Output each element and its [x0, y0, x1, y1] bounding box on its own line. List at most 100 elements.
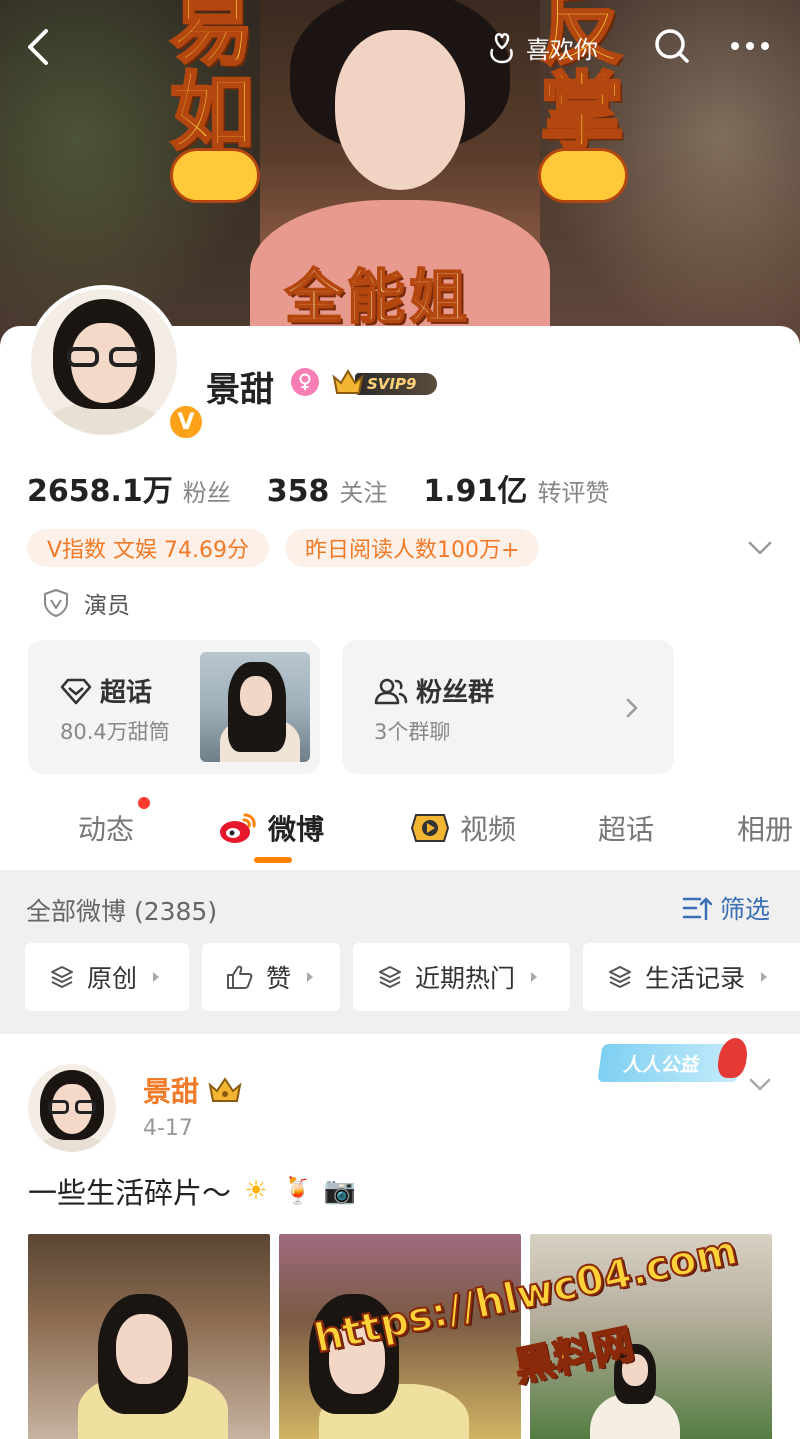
- filter-chip-label: 近期热门: [415, 964, 516, 993]
- all-weibo-count: 全部微博 (2385): [26, 897, 218, 926]
- filter-chip-hot[interactable]: 近期热门: [353, 943, 570, 1011]
- svip-badge[interactable]: SVIP9: [331, 367, 437, 397]
- chevron-right-icon: [626, 698, 638, 718]
- supertopic-card[interactable]: 超话 80.4万甜筒: [28, 640, 320, 774]
- tab-supertopic-label: 超话: [598, 813, 655, 846]
- followers-label: 粉丝: [182, 479, 231, 507]
- search-button[interactable]: [646, 20, 698, 72]
- post-date: 4-17: [143, 1116, 193, 1141]
- daily-readers-tag[interactable]: 昨日阅读人数100万+: [285, 529, 540, 567]
- avatar-image: [31, 289, 177, 435]
- supertopic-title: 超话: [100, 678, 153, 708]
- shield-v-icon: [44, 588, 68, 618]
- caret-right-icon: [531, 972, 538, 982]
- post-author-name-row[interactable]: 景甜: [143, 1070, 243, 1110]
- reposts-likes-stat[interactable]: 1.91亿 转评赞: [423, 466, 609, 510]
- post-photo-2[interactable]: [279, 1234, 521, 1439]
- tab-video-label: 视频: [460, 813, 517, 846]
- profile-name: 景甜: [206, 370, 274, 410]
- tab-activity-label: 动态: [78, 813, 135, 846]
- followers-count: 2658.1万: [27, 474, 173, 509]
- back-button[interactable]: [14, 22, 62, 72]
- like-label: 喜欢你: [526, 35, 598, 64]
- post-text-row: 一些生活碎片～ ☀ 🍹 📷: [28, 1170, 357, 1212]
- post-text: 一些生活碎片～: [28, 1176, 232, 1210]
- like-button[interactable]: 喜欢你: [476, 22, 608, 72]
- weibo-logo-icon: [220, 813, 256, 843]
- tab-album-label: 相册: [737, 813, 794, 846]
- following-count: 358: [266, 474, 330, 509]
- expand-profile-button[interactable]: [742, 530, 778, 566]
- post-author-name: 景甜: [143, 1075, 200, 1108]
- post-author-avatar[interactable]: [28, 1064, 116, 1152]
- layers-icon: [51, 966, 73, 988]
- public-welfare-label: 人人公益: [622, 1053, 702, 1076]
- tab-supertopic[interactable]: 超话: [598, 808, 654, 848]
- public-welfare-badge[interactable]: 人人公益: [597, 1038, 750, 1082]
- filter-chip-life[interactable]: 生活记录: [583, 943, 800, 1011]
- supertopic-thumbnail: [200, 652, 310, 762]
- group-icon: [374, 678, 408, 704]
- video-icon: [410, 814, 450, 842]
- caret-right-icon: [307, 972, 314, 982]
- caret-right-icon: [761, 972, 768, 982]
- fan-group-subtitle: 3个群聊: [374, 720, 451, 744]
- profile-stats: 2658.1万 粉丝 358 关注 1.91亿 转评赞: [27, 466, 609, 510]
- tab-album[interactable]: 相册: [737, 808, 793, 848]
- crown-icon: [332, 369, 364, 394]
- filter-button[interactable]: 筛选: [682, 890, 770, 926]
- supertopic-subtitle: 80.4万甜筒: [60, 720, 170, 744]
- following-stat[interactable]: 358 关注: [267, 473, 388, 509]
- chevron-down-icon: [749, 1078, 771, 1091]
- verified-badge-icon: V: [167, 403, 205, 441]
- female-icon: [291, 368, 319, 396]
- fan-group-title: 粉丝群: [416, 678, 495, 708]
- fist-emoji-icon: [170, 148, 260, 203]
- v-index-tag[interactable]: V指数 文娱 74.69分: [27, 529, 270, 567]
- filter-chip-label: 赞: [266, 964, 292, 993]
- filter-chip-original[interactable]: 原创: [25, 943, 189, 1011]
- profile-tags: V指数 文娱 74.69分 昨日阅读人数100万+: [27, 529, 540, 567]
- profile-tabs: 动态 微博 视频 超话 相册: [0, 790, 800, 870]
- svip-label: SVIP9: [355, 373, 437, 395]
- profile-avatar[interactable]: V: [27, 285, 205, 441]
- reposts-likes-count: 1.91亿: [423, 474, 528, 509]
- post-photo-3[interactable]: [530, 1234, 772, 1439]
- sun-emoji-icon: ☀: [244, 1176, 268, 1206]
- filter-chip-label: 生活记录: [645, 964, 746, 993]
- filter-chip-likes[interactable]: 赞: [202, 943, 340, 1011]
- filter-sort-icon: [682, 897, 712, 921]
- profile-role: 演员: [42, 586, 130, 620]
- layers-icon: [379, 966, 401, 988]
- fan-group-card[interactable]: 粉丝群 3个群聊: [342, 640, 674, 774]
- fist-emoji-icon: [538, 148, 628, 203]
- notification-dot: [138, 797, 150, 809]
- search-icon: [655, 29, 689, 63]
- reposts-likes-label: 转评赞: [537, 479, 610, 507]
- following-label: 关注: [339, 479, 388, 507]
- post-menu-button[interactable]: [744, 1068, 776, 1100]
- tab-activity[interactable]: 动态: [78, 808, 134, 848]
- role-label: 演员: [84, 593, 130, 619]
- layers-icon: [609, 966, 631, 988]
- filter-label: 筛选: [720, 895, 771, 924]
- followers-stat[interactable]: 2658.1万 粉丝: [27, 466, 231, 510]
- camera-emoji-icon: 📷: [323, 1176, 357, 1206]
- diamond-icon: [60, 678, 92, 704]
- tab-weibo-label: 微博: [268, 813, 325, 846]
- cocktail-emoji-icon: 🍹: [281, 1176, 315, 1206]
- tab-weibo[interactable]: 微博: [218, 808, 324, 848]
- banner-slogan: 全能姐: [284, 262, 472, 332]
- more-options-button[interactable]: [722, 20, 778, 72]
- crown-icon: [208, 1077, 242, 1102]
- tab-video[interactable]: 视频: [410, 808, 516, 848]
- heart-hand-icon: [490, 33, 513, 64]
- more-dots-icon: [731, 42, 769, 50]
- chevron-left-icon: [28, 29, 48, 65]
- filter-area: 全部微博 (2385) 筛选 原创 赞 近期热门 生活记录: [0, 870, 800, 1034]
- post-photo-1[interactable]: [28, 1234, 270, 1439]
- caret-right-icon: [153, 972, 160, 982]
- thumbs-up-icon: [227, 965, 253, 989]
- weibo-post: 景甜 4-17 人人公益 一些生活碎片～ ☀ 🍹 📷: [0, 1034, 800, 1439]
- chevron-down-icon: [748, 541, 772, 555]
